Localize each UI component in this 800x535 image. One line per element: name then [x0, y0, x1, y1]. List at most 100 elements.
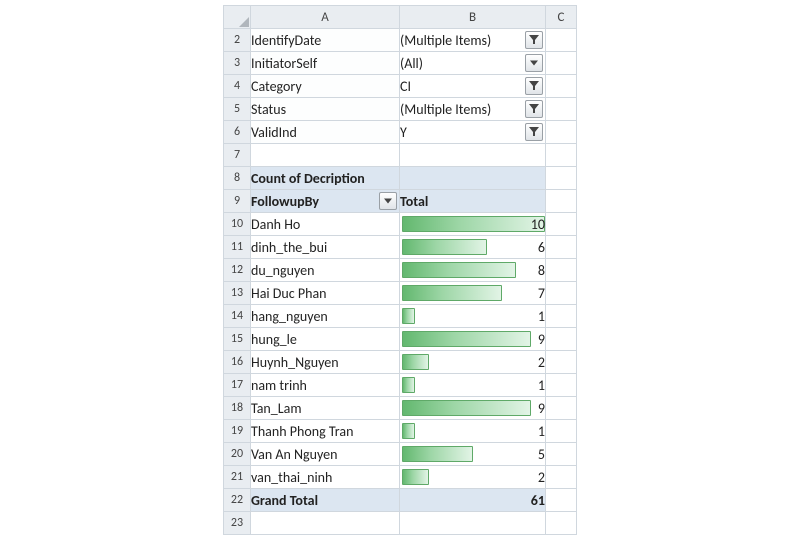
row-header[interactable]: 8 [224, 167, 251, 190]
pivot-rowfield-header[interactable]: FollowupBy [251, 190, 400, 213]
column-header-c[interactable]: C [546, 6, 577, 29]
funnel-icon[interactable] [525, 77, 543, 95]
data-bar [402, 446, 473, 462]
grand-total-label[interactable]: Grand Total [251, 489, 400, 512]
pivot-value-cell[interactable]: 1 [400, 305, 546, 328]
row-header[interactable]: 17 [224, 374, 251, 397]
row-header[interactable]: 9 [224, 190, 251, 213]
cell[interactable] [546, 328, 577, 351]
cell[interactable] [546, 98, 577, 121]
pivot-value-cell[interactable]: 9 [400, 328, 546, 351]
filter-field-label[interactable]: InitiatorSelf [251, 52, 400, 75]
cell[interactable] [546, 282, 577, 305]
cell[interactable] [400, 167, 546, 190]
cell[interactable] [546, 397, 577, 420]
pivot-row-label[interactable]: hang_nguyen [251, 305, 400, 328]
filter-field-value[interactable]: (All) [400, 52, 546, 75]
pivot-title[interactable]: Count of Decription [251, 167, 400, 190]
row-header[interactable]: 10 [224, 213, 251, 236]
cell[interactable] [546, 420, 577, 443]
chevron-down-icon[interactable] [525, 54, 543, 72]
cell[interactable] [546, 190, 577, 213]
column-header-b[interactable]: B [400, 6, 546, 29]
row-header[interactable]: 13 [224, 282, 251, 305]
row-header[interactable]: 22 [224, 489, 251, 512]
grand-total-value[interactable]: 61 [400, 489, 546, 512]
row-header[interactable]: 15 [224, 328, 251, 351]
select-all-corner[interactable] [224, 6, 251, 29]
pivot-row-label[interactable]: Tan_Lam [251, 397, 400, 420]
pivot-row-label[interactable]: Van An Nguyen [251, 443, 400, 466]
row-header[interactable]: 5 [224, 98, 251, 121]
cell[interactable] [546, 236, 577, 259]
pivot-row-label[interactable]: Hai Duc Phan [251, 282, 400, 305]
funnel-icon[interactable] [525, 100, 543, 118]
pivot-value-cell[interactable]: 10 [400, 213, 546, 236]
pivot-row-label[interactable]: Danh Ho [251, 213, 400, 236]
row-header[interactable]: 21 [224, 466, 251, 489]
pivot-value-cell[interactable]: 1 [400, 374, 546, 397]
cell[interactable] [546, 144, 577, 167]
filter-field-label[interactable]: ValidInd [251, 121, 400, 144]
pivot-row-label[interactable]: van_thai_ninh [251, 466, 400, 489]
cell[interactable] [546, 466, 577, 489]
cell[interactable] [546, 305, 577, 328]
filter-field-label[interactable]: Category [251, 75, 400, 98]
row-header[interactable]: 11 [224, 236, 251, 259]
pivot-row-label[interactable]: Thanh Phong Tran [251, 420, 400, 443]
funnel-icon[interactable] [525, 123, 543, 141]
pivot-row-label[interactable]: dinh_the_bui [251, 236, 400, 259]
row-header[interactable]: 18 [224, 397, 251, 420]
row-header[interactable]: 6 [224, 121, 251, 144]
cell[interactable] [546, 443, 577, 466]
row-header[interactable]: 14 [224, 305, 251, 328]
filter-dropdown-button[interactable] [379, 192, 397, 210]
cell[interactable] [400, 144, 546, 167]
pivot-row-label[interactable]: nam trinh [251, 374, 400, 397]
pivot-row-label[interactable]: du_nguyen [251, 259, 400, 282]
filter-field-label[interactable]: Status [251, 98, 400, 121]
filter-field-value[interactable]: (Multiple Items) [400, 29, 546, 52]
cell[interactable] [251, 512, 400, 535]
cell[interactable] [546, 75, 577, 98]
pivot-value-cell[interactable]: 2 [400, 466, 546, 489]
pivot-value-cell[interactable]: 8 [400, 259, 546, 282]
row-header[interactable]: 7 [224, 144, 251, 167]
pivot-row-label[interactable]: hung_le [251, 328, 400, 351]
cell[interactable] [546, 121, 577, 144]
filter-field-value[interactable]: CI [400, 75, 546, 98]
cell[interactable] [546, 29, 577, 52]
spreadsheet-grid[interactable]: A B C 2IdentifyDate(Multiple Items)3Init… [223, 5, 577, 535]
filter-field-value[interactable]: Y [400, 121, 546, 144]
pivot-value-cell[interactable]: 7 [400, 282, 546, 305]
pivot-row-label[interactable]: Huynh_Nguyen [251, 351, 400, 374]
row-header[interactable]: 4 [224, 75, 251, 98]
filter-field-label[interactable]: IdentifyDate [251, 29, 400, 52]
cell[interactable] [546, 374, 577, 397]
row-header[interactable]: 3 [224, 52, 251, 75]
cell[interactable] [251, 144, 400, 167]
pivot-value-cell[interactable]: 9 [400, 397, 546, 420]
filter-field-value[interactable]: (Multiple Items) [400, 98, 546, 121]
cell[interactable] [546, 489, 577, 512]
row-header[interactable]: 20 [224, 443, 251, 466]
cell[interactable] [546, 52, 577, 75]
row-header[interactable]: 2 [224, 29, 251, 52]
pivot-valfield-header[interactable]: Total [400, 190, 546, 213]
cell[interactable] [546, 213, 577, 236]
cell[interactable] [400, 512, 546, 535]
pivot-value-cell[interactable]: 1 [400, 420, 546, 443]
cell[interactable] [546, 351, 577, 374]
row-header[interactable]: 19 [224, 420, 251, 443]
pivot-value-cell[interactable]: 5 [400, 443, 546, 466]
column-header-a[interactable]: A [251, 6, 400, 29]
row-header[interactable]: 16 [224, 351, 251, 374]
pivot-value-cell[interactable]: 2 [400, 351, 546, 374]
cell[interactable] [546, 259, 577, 282]
cell[interactable] [546, 167, 577, 190]
cell[interactable] [546, 512, 577, 535]
row-header[interactable]: 23 [224, 512, 251, 535]
funnel-icon[interactable] [525, 31, 543, 49]
pivot-value-cell[interactable]: 6 [400, 236, 546, 259]
row-header[interactable]: 12 [224, 259, 251, 282]
